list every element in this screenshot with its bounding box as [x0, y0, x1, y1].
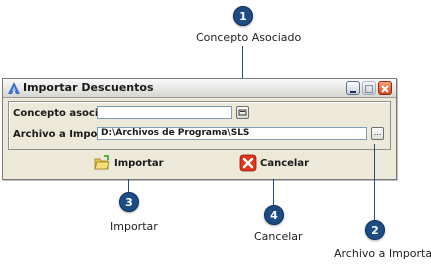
callout-2-text: Archivo a Importar: [334, 247, 431, 260]
import-dialog-window: Importar Descuentos Concepto asociado: A…: [2, 78, 397, 180]
archivo-input[interactable]: D:\Archivos de Programa\SLS: [97, 127, 367, 140]
concepto-lookup-button[interactable]: [236, 106, 249, 119]
title-bar[interactable]: Importar Descuentos: [3, 79, 396, 98]
window-title: Importar Descuentos: [23, 81, 154, 94]
close-button[interactable]: [378, 81, 392, 95]
cancelar-label: Cancelar: [260, 157, 310, 169]
callout-3-badge: 3: [119, 192, 139, 212]
callout-3-leader: [128, 179, 129, 192]
form-panel: Concepto asociado: Archivo a Importar: D…: [8, 101, 391, 150]
close-icon: [381, 85, 389, 93]
folder-icon: [94, 155, 110, 170]
browse-button[interactable]: ...: [371, 127, 384, 140]
cancel-icon: [239, 154, 257, 172]
importar-button[interactable]: Importar: [93, 152, 164, 174]
concepto-input[interactable]: [97, 106, 232, 119]
callout-4-text: Cancelar: [254, 230, 303, 243]
importar-label: Importar: [114, 157, 164, 169]
maximize-button[interactable]: [362, 81, 376, 95]
lookup-icon: [238, 109, 247, 116]
callout-2-badge: 2: [365, 220, 385, 240]
app-logo-icon: [8, 82, 20, 94]
callout-1-text: Concepto Asociado: [196, 31, 302, 44]
maximize-icon: [364, 84, 374, 94]
cancelar-button[interactable]: Cancelar: [239, 152, 309, 174]
callout-1-badge: 1: [233, 6, 253, 26]
minimize-icon: [350, 91, 356, 93]
minimize-button[interactable]: [346, 81, 360, 95]
callout-2-leader: [374, 144, 375, 220]
callout-4-badge: 4: [264, 205, 284, 225]
callout-3-text: Importar: [110, 220, 158, 233]
callout-4-leader: [273, 179, 274, 205]
